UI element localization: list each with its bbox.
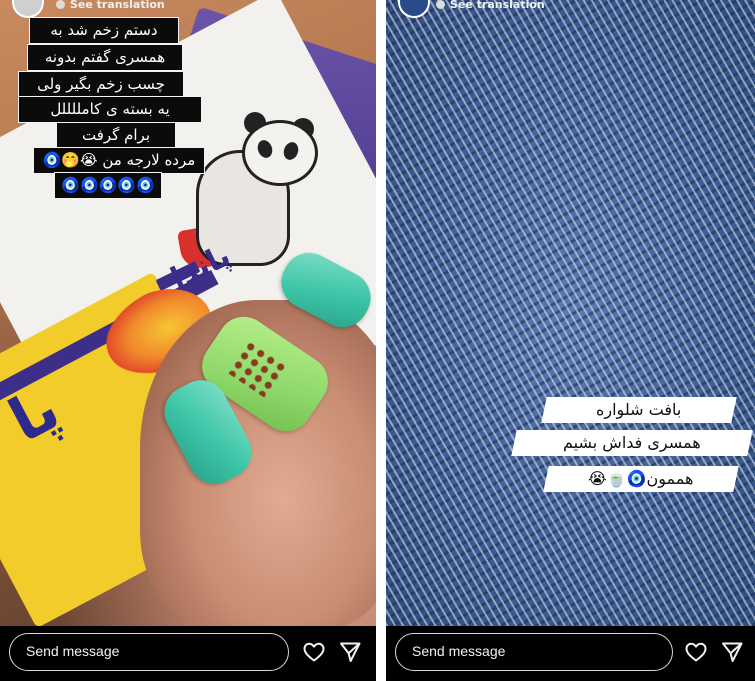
caption-line: 🧿🧿🧿🧿🧿 [54, 172, 162, 199]
story-header: See translation [386, 0, 755, 18]
story-left[interactable]: پاندا پا See translation دستم زخم شد به … [0, 0, 376, 681]
caption-line: همسری گفتم بدونه [27, 44, 183, 71]
globe-icon [56, 0, 65, 9]
denim-fabric-photo [386, 0, 755, 626]
caption-line: یه بسته ی کامللللل [18, 96, 202, 123]
caption-line: چسب زخم بگیر ولی [18, 71, 184, 98]
reply-bar: Send message [0, 626, 376, 681]
story-header: See translation [0, 0, 376, 18]
see-translation-link[interactable]: See translation [56, 0, 165, 11]
send-message-input[interactable]: Send message [395, 633, 673, 671]
heart-icon[interactable] [302, 640, 326, 664]
caption-line: برام گرفت [56, 122, 176, 149]
caption-line: مرده لارجه من 😭🤭🧿 [33, 147, 205, 174]
story-right[interactable]: See translation بافت شلواره همسری فداش ب… [386, 0, 755, 681]
panda-head [242, 120, 318, 186]
send-icon[interactable] [338, 640, 362, 664]
see-translation-link[interactable]: See translation [436, 0, 545, 11]
caption-line: همسری فداش بشیم [511, 430, 753, 456]
nail-art-pattern [226, 338, 289, 399]
heart-icon[interactable] [684, 640, 708, 664]
caption-line: هممون🧿🍵😭 [543, 466, 739, 492]
reply-bar: Send message [386, 626, 755, 681]
send-icon[interactable] [720, 640, 744, 664]
send-message-input[interactable]: Send message [9, 633, 289, 671]
globe-icon [436, 0, 445, 9]
caption-line: دستم زخم شد به [29, 17, 179, 44]
caption-line: بافت شلواره [541, 397, 737, 423]
